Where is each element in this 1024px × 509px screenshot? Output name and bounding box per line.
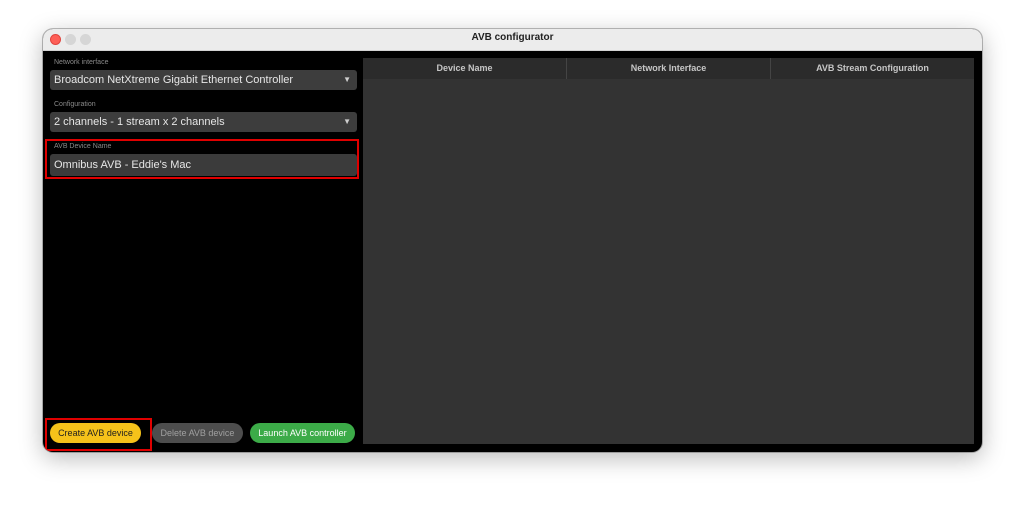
- devices-table: Device Name Network Interface AVB Stream…: [363, 58, 974, 444]
- column-header-network-interface[interactable]: Network Interface: [567, 58, 771, 79]
- launch-avb-controller-button[interactable]: Launch AVB controller: [250, 423, 355, 443]
- delete-avb-device-button[interactable]: Delete AVB device: [152, 423, 243, 443]
- column-header-device-name[interactable]: Device Name: [363, 58, 567, 79]
- settings-panel: Network interface Broadcom NetXtreme Gig…: [43, 51, 363, 452]
- app-window: AVB configurator Network interface Broad…: [43, 29, 982, 452]
- window-title: AVB configurator: [471, 32, 554, 43]
- create-avb-device-button[interactable]: Create AVB device: [50, 423, 141, 443]
- device-name-input[interactable]: Omnibus AVB - Eddie's Mac: [50, 154, 357, 176]
- configuration-label: Configuration: [54, 101, 96, 108]
- configuration-select[interactable]: 2 channels - 1 stream x 2 channels ▼: [50, 112, 357, 132]
- network-interface-select[interactable]: Broadcom NetXtreme Gigabit Ethernet Cont…: [50, 70, 357, 90]
- configuration-value: 2 channels - 1 stream x 2 channels: [54, 116, 225, 128]
- network-interface-value: Broadcom NetXtreme Gigabit Ethernet Cont…: [54, 74, 294, 86]
- column-header-stream-configuration[interactable]: AVB Stream Configuration: [771, 58, 974, 79]
- table-header: Device Name Network Interface AVB Stream…: [363, 58, 974, 79]
- device-name-label: AVB Device Name: [54, 143, 112, 150]
- chevron-down-icon: ▼: [343, 75, 351, 84]
- title-bar: AVB configurator: [43, 29, 982, 51]
- network-interface-label: Network interface: [54, 59, 109, 66]
- chevron-down-icon: ▼: [343, 117, 351, 126]
